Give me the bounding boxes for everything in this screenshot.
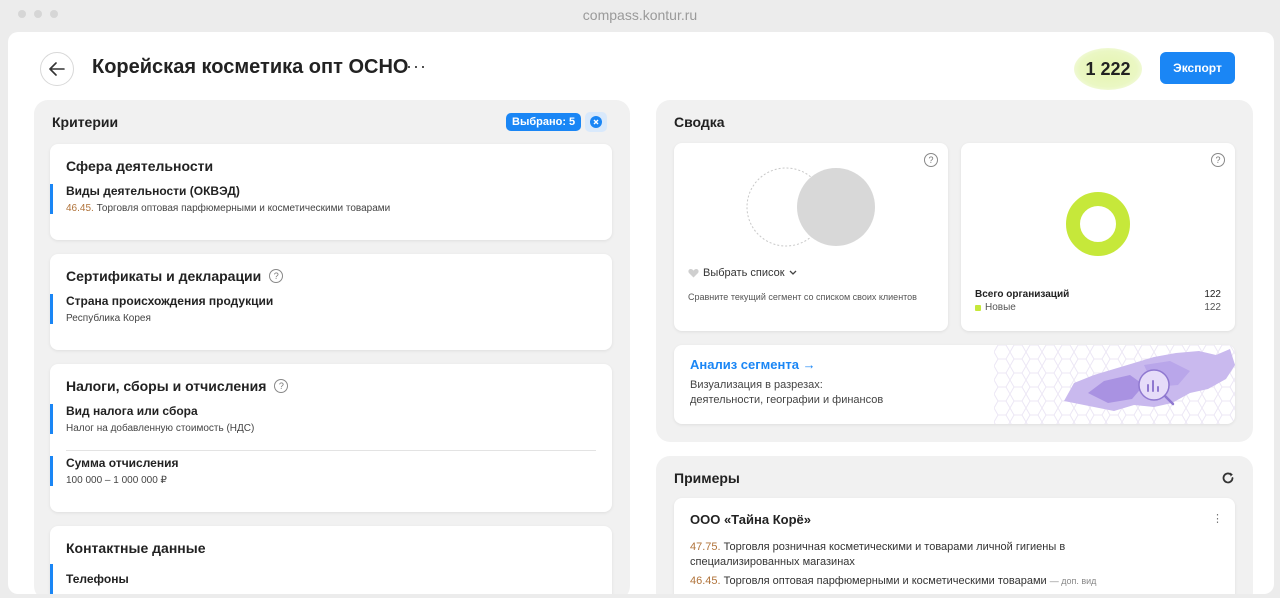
card-title-text: Налоги, сборы и отчисления xyxy=(66,378,267,394)
criterion-item[interactable]: Виды деятельности (ОКВЭД) 46.45. Торговл… xyxy=(50,184,612,214)
criterion-item[interactable]: Сумма отчисления 100 000 – 1 000 000 ₽ xyxy=(50,456,612,486)
analysis-description: Визуализация в разрезах: деятельности, г… xyxy=(690,378,883,408)
analysis-link[interactable]: Анализ сегмента → xyxy=(690,357,816,372)
card-title: Сфера деятельности xyxy=(66,158,213,174)
company-more-icon[interactable]: ⋮ xyxy=(1212,512,1223,525)
activity-text: Торговля оптовая парфюмерными и косметич… xyxy=(723,575,1047,587)
selected-badge: Выбрано: 5 xyxy=(506,112,608,132)
total-label: Всего организаций xyxy=(975,289,1070,300)
compare-description: Сравните текущий сегмент со списком свои… xyxy=(688,292,917,302)
orgs-stats: Всего организаций 122 Новые 122 xyxy=(975,289,1221,313)
criterion-label: Сумма отчисления xyxy=(66,456,179,470)
criterion-item[interactable]: Вид налога или сбора Налог на добавленну… xyxy=(50,404,612,434)
venn-diagram-icon xyxy=(746,167,875,247)
company-card[interactable]: ООО «Тайна Корё» ⋮ 47.75. Торговля розни… xyxy=(674,498,1235,594)
criterion-label: Вид налога или сбора xyxy=(66,404,198,418)
criterion-item[interactable]: Телефоны xyxy=(50,564,612,594)
new-label: Новые xyxy=(985,302,1016,313)
card-title-text: Контактные данные xyxy=(66,540,206,556)
card-title: Налоги, сборы и отчисления? xyxy=(66,378,289,394)
new-value: 122 xyxy=(1204,302,1221,313)
criteria-card-taxes[interactable]: Налоги, сборы и отчисления? Вид налога и… xyxy=(50,364,612,512)
compare-card: ? Выбрать список Сравните текущий сегмен… xyxy=(674,143,948,331)
select-list-dropdown[interactable]: Выбрать список xyxy=(688,267,797,279)
criterion-value: Налог на добавленную стоимость (НДС) xyxy=(66,423,255,434)
clear-selection-button[interactable] xyxy=(585,112,608,132)
company-activity-extra: 46.45. Торговля оптовая парфюмерными и к… xyxy=(690,574,1220,589)
help-icon[interactable]: ? xyxy=(1211,153,1225,167)
chevron-down-icon xyxy=(789,270,796,275)
more-menu-button[interactable]: ··· xyxy=(406,56,427,77)
card-title: Сертификаты и декларации? xyxy=(66,268,284,284)
close-icon xyxy=(590,116,603,128)
export-button[interactable]: Экспорт xyxy=(1160,52,1235,84)
help-icon[interactable]: ? xyxy=(269,269,284,283)
company-name[interactable]: ООО «Тайна Корё» xyxy=(690,512,811,527)
new-row: Новые 122 xyxy=(975,302,1221,313)
segment-analysis-card[interactable]: Анализ сегмента → Визуализация в разреза… xyxy=(674,345,1235,424)
card-title: Контактные данные xyxy=(66,540,205,556)
help-icon[interactable]: ? xyxy=(274,379,289,393)
card-title-text: Сертификаты и декларации xyxy=(66,268,262,284)
summary-panel: Сводка ? Выбрать список Сравните текущий… xyxy=(656,100,1253,442)
help-icon[interactable]: ? xyxy=(924,153,938,167)
heart-icon xyxy=(688,269,699,278)
criterion-value: Республика Корея xyxy=(66,313,151,324)
total-value: 122 xyxy=(1204,289,1221,300)
company-activity-main: 47.75. Торговля розничная косметическими… xyxy=(690,540,1170,570)
back-button[interactable] xyxy=(40,52,74,86)
activity-text: Торговля розничная косметическими и това… xyxy=(690,541,1066,568)
url-text: compass.kontur.ru xyxy=(582,7,698,23)
divider xyxy=(66,450,596,451)
okved-code: 46.45. xyxy=(66,203,94,214)
criteria-card-certificates[interactable]: Сертификаты и декларации? Страна происхо… xyxy=(50,254,612,350)
examples-heading: Примеры xyxy=(674,470,740,486)
summary-heading: Сводка xyxy=(674,114,725,130)
selected-count[interactable]: Выбрано: 5 xyxy=(506,113,582,131)
arrow-left-icon xyxy=(49,62,65,76)
refresh-icon[interactable] xyxy=(1221,471,1235,485)
criterion-label: Телефоны xyxy=(66,572,129,586)
activity-code: 46.45. xyxy=(690,575,721,587)
criteria-panel: Критерии Выбрано: 5 Сфера деятельности В… xyxy=(34,100,630,594)
criterion-label: Страна происхождения продукции xyxy=(66,294,274,308)
total-row: Всего организаций 122 xyxy=(975,289,1221,300)
legend-swatch xyxy=(975,304,981,311)
criteria-card-activity[interactable]: Сфера деятельности Виды деятельности (ОК… xyxy=(50,144,612,240)
browser-titlebar: compass.kontur.ru xyxy=(0,0,1280,32)
select-list-label: Выбрать список xyxy=(703,267,785,279)
card-title-text: Сфера деятельности xyxy=(66,158,214,174)
criterion-label: Виды деятельности (ОКВЭД) xyxy=(66,184,240,198)
activity-code: 47.75. xyxy=(690,541,721,553)
criterion-item[interactable]: Страна происхождения продукции Республик… xyxy=(50,294,612,324)
page-title: Корейская косметика опт ОСНО xyxy=(92,56,409,78)
examples-panel: Примеры ООО «Тайна Корё» ⋮ 47.75. Торгов… xyxy=(656,456,1253,594)
app-window: Корейская косметика опт ОСНО ··· 1 222 Э… xyxy=(8,32,1274,594)
analysis-line-1: Визуализация в разрезах: xyxy=(690,379,823,391)
criterion-value: 46.45. Торговля оптовая парфюмерными и к… xyxy=(66,203,612,214)
result-count: 1 222 xyxy=(1074,48,1142,90)
criteria-heading: Критерии xyxy=(52,114,119,130)
criterion-value: 100 000 – 1 000 000 ₽ xyxy=(66,475,167,486)
activity-suffix: — доп. вид xyxy=(1049,576,1097,586)
criteria-card-contacts[interactable]: Контактные данные Телефоны xyxy=(50,526,612,594)
organizations-card: ? Всего организаций 122 Новые 122 xyxy=(961,143,1235,331)
donut-chart xyxy=(1066,192,1130,256)
russia-map-illustration xyxy=(994,345,1235,424)
okved-text: Торговля оптовая парфюмерными и косметич… xyxy=(96,203,391,214)
analysis-line-2: деятельности, географии и финансов xyxy=(690,394,884,406)
